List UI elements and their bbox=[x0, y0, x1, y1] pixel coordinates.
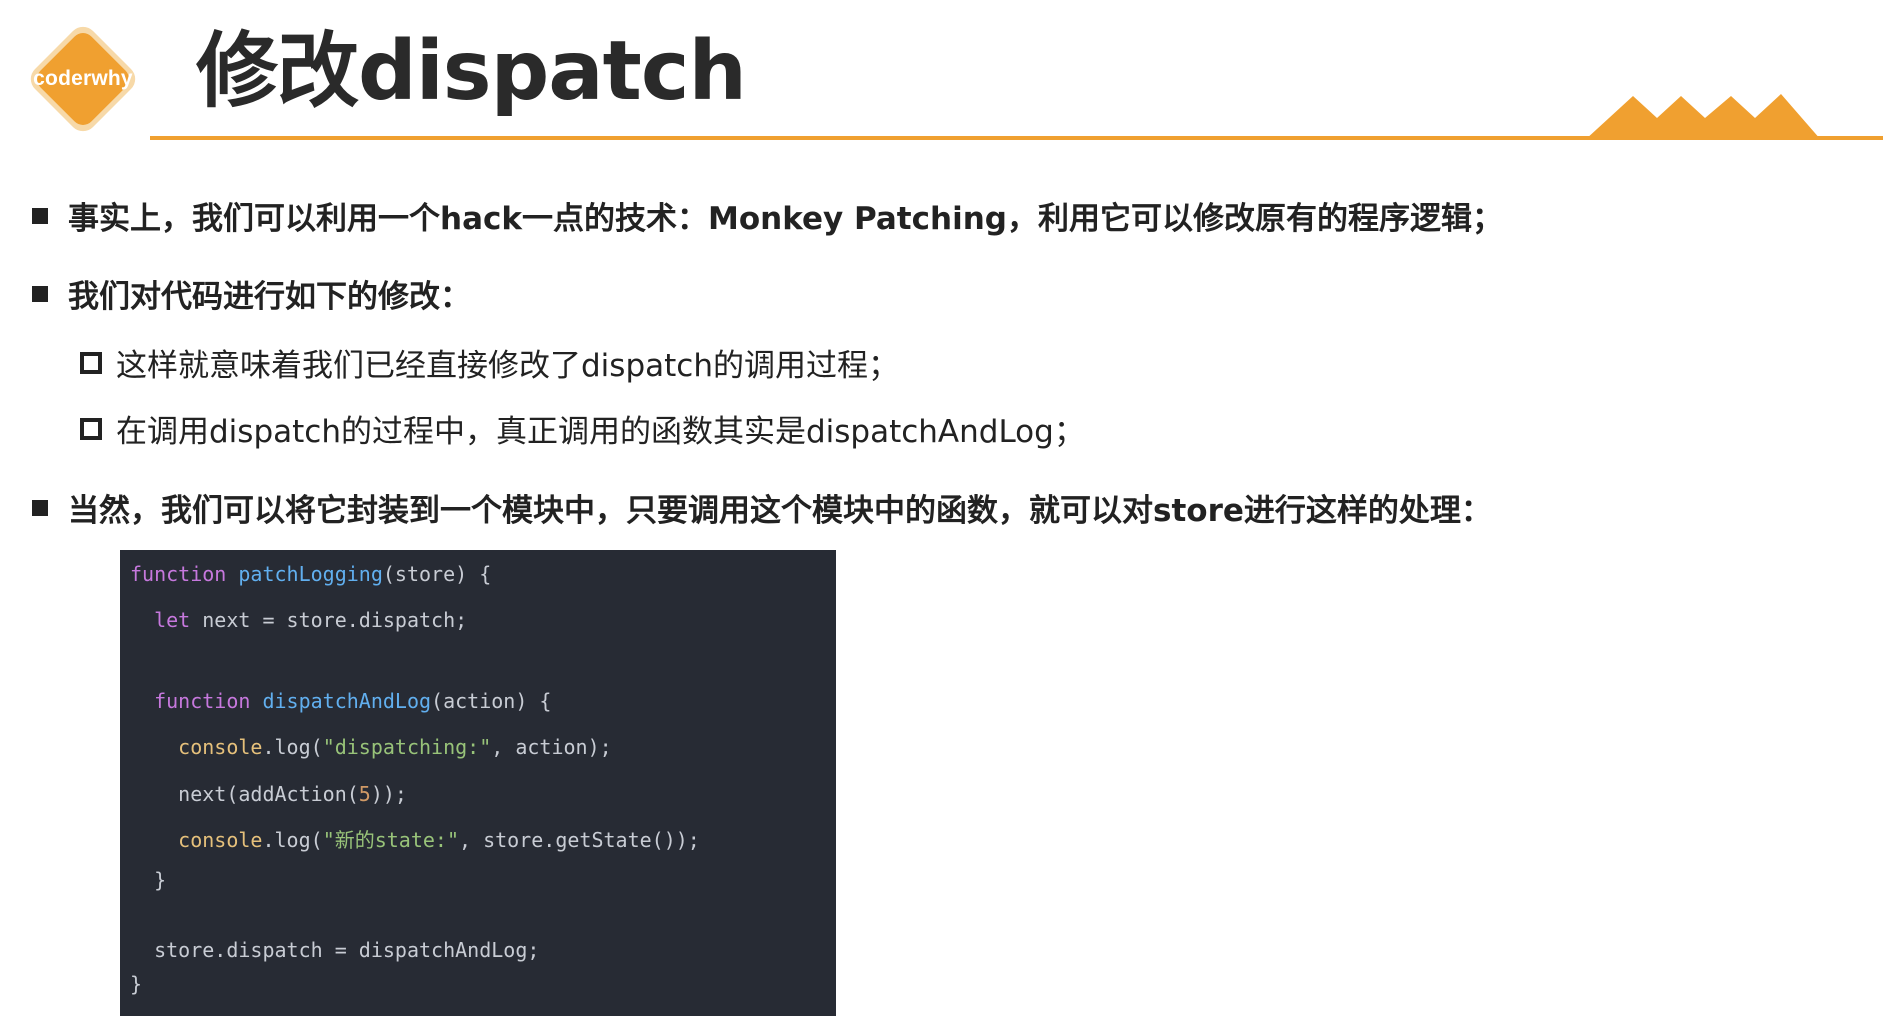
code-object: console bbox=[178, 735, 263, 759]
code-line-8: store.dispatch = dispatchAndLog; bbox=[130, 936, 539, 964]
code-text: next(addAction( bbox=[178, 782, 359, 806]
hollow-square-bullet-icon bbox=[80, 351, 102, 374]
logo: coderwhy bbox=[20, 16, 146, 142]
bullet-item-2: 我们对代码进行如下的修改： bbox=[32, 271, 471, 316]
code-block: function patchLogging(store) { let next … bbox=[120, 550, 836, 1016]
code-line-2: let next = store.dispatch; bbox=[130, 606, 467, 634]
hollow-square-bullet-icon bbox=[80, 417, 102, 440]
slide: coderwhy 修改dispatch 事实上，我们可以利用一个hack一点的技… bbox=[0, 0, 1883, 1035]
code-text: (action) { bbox=[431, 689, 552, 713]
code-keyword: function bbox=[154, 689, 251, 713]
code-text: store.dispatch = dispatchAndLog; bbox=[154, 938, 540, 962]
code-line-3: function dispatchAndLog(action) { bbox=[130, 687, 551, 715]
code-function-name: patchLogging bbox=[238, 562, 383, 586]
filled-square-bullet-icon bbox=[32, 499, 48, 516]
bullet-item-1: 事实上，我们可以利用一个hack一点的技术：Monkey Patching，利用… bbox=[32, 193, 1503, 238]
code-line-5: next(addAction(5)); bbox=[130, 780, 407, 808]
code-line-4: console.log("dispatching:", action); bbox=[130, 733, 612, 761]
code-text: } bbox=[154, 868, 167, 892]
code-text: next = store.dispatch; bbox=[190, 608, 468, 632]
code-line-9: } bbox=[130, 970, 142, 998]
code-line-6: console.log("新的state:", store.getState()… bbox=[130, 826, 700, 854]
page-title: 修改dispatch bbox=[196, 24, 747, 119]
code-object: console bbox=[178, 828, 263, 852]
code-text: .log( bbox=[262, 828, 323, 852]
code-string: "新的state:" bbox=[322, 828, 460, 852]
filled-square-bullet-icon bbox=[32, 285, 48, 302]
code-function-name: dispatchAndLog bbox=[262, 689, 432, 713]
code-line-7: } bbox=[130, 866, 166, 894]
code-text: (store) { bbox=[382, 562, 492, 586]
bullet-text-2: 我们对代码进行如下的修改： bbox=[68, 279, 471, 315]
bullet-text-1: 事实上，我们可以利用一个hack一点的技术：Monkey Patching，利用… bbox=[68, 201, 1503, 237]
header-divider bbox=[150, 136, 1883, 140]
bullet-text-3: 当然，我们可以将它封装到一个模块中，只要调用这个模块中的函数，就可以对store… bbox=[68, 493, 1492, 529]
code-keyword: function bbox=[130, 562, 227, 586]
code-line-1: function patchLogging(store) { bbox=[130, 560, 491, 588]
sub-bullet-item-2: 在调用dispatch的过程中，真正调用的函数其实是dispatchAndLog… bbox=[80, 406, 1085, 451]
bullet-item-3: 当然，我们可以将它封装到一个模块中，只要调用这个模块中的函数，就可以对store… bbox=[32, 485, 1492, 530]
code-text: , action); bbox=[491, 735, 612, 759]
filled-square-bullet-icon bbox=[32, 207, 48, 224]
code-string: "dispatching:" bbox=[322, 735, 492, 759]
mountains-decoration-icon bbox=[1585, 94, 1821, 140]
logo-text: coderwhy bbox=[33, 67, 133, 90]
code-text: .log( bbox=[262, 735, 323, 759]
code-text: , store.getState()); bbox=[459, 828, 700, 852]
sub-bullet-text-2: 在调用dispatch的过程中，真正调用的函数其实是dispatchAndLog… bbox=[116, 414, 1085, 450]
sub-bullet-item-1: 这样就意味着我们已经直接修改了dispatch的调用过程； bbox=[80, 340, 899, 385]
code-keyword: let bbox=[154, 608, 191, 632]
code-number: 5 bbox=[358, 782, 371, 806]
sub-bullet-text-1: 这样就意味着我们已经直接修改了dispatch的调用过程； bbox=[116, 348, 899, 384]
code-text: } bbox=[130, 972, 143, 996]
code-text: )); bbox=[370, 782, 407, 806]
